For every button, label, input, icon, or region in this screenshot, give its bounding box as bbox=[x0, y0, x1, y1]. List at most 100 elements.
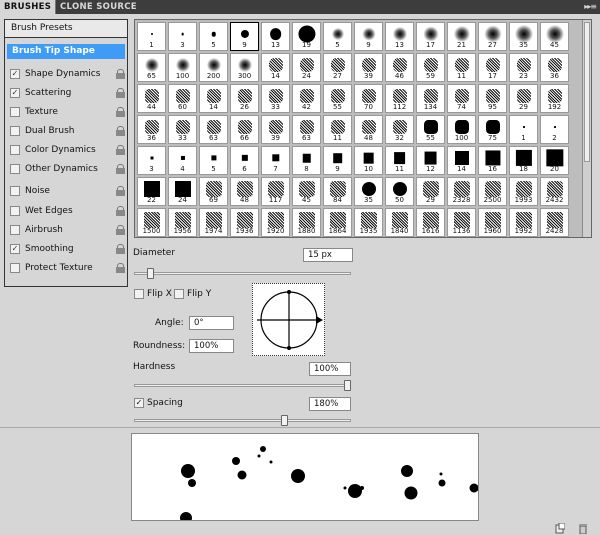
brush-tip-cell[interactable]: 63 bbox=[292, 115, 321, 144]
brush-tip-cell[interactable]: 17 bbox=[478, 53, 507, 82]
option-checkbox[interactable] bbox=[10, 164, 20, 174]
brush-tip-cell[interactable]: 66 bbox=[230, 115, 259, 144]
brush-tip-cell[interactable]: 35 bbox=[354, 177, 383, 206]
brush-tip-cell[interactable]: 74 bbox=[447, 84, 476, 113]
angle-field[interactable]: 0° bbox=[189, 316, 234, 330]
brush-tip-cell[interactable]: 1880 bbox=[292, 208, 321, 237]
diameter-slider-track[interactable] bbox=[134, 272, 351, 275]
lock-icon[interactable] bbox=[116, 107, 125, 117]
lock-icon[interactable] bbox=[116, 206, 125, 216]
delete-icon[interactable] bbox=[578, 523, 588, 535]
brush-tip-cell[interactable]: 300 bbox=[230, 53, 259, 82]
brush-tip-cell[interactable]: 1 bbox=[137, 22, 166, 51]
brush-tip-cell[interactable]: 192 bbox=[540, 84, 569, 113]
brush-tip-cell[interactable]: 9 bbox=[230, 22, 259, 51]
brush-tip-cell[interactable]: 48 bbox=[230, 177, 259, 206]
brush-tip-cell[interactable]: 11 bbox=[323, 115, 352, 144]
brush-tip-cell[interactable]: 3 bbox=[137, 146, 166, 175]
spacing-field[interactable]: 180% bbox=[309, 397, 351, 411]
brush-tip-cell[interactable]: 50 bbox=[385, 177, 414, 206]
brush-tip-cell[interactable]: 65 bbox=[137, 53, 166, 82]
new-preset-icon[interactable] bbox=[555, 522, 566, 534]
brush-tip-cell[interactable]: 44 bbox=[137, 84, 166, 113]
option-row-shape-dynamics[interactable]: ✓ Shape Dynamics bbox=[10, 67, 127, 81]
flip-y-checkbox[interactable] bbox=[174, 289, 184, 299]
brush-tip-cell[interactable]: 1840 bbox=[385, 208, 414, 237]
brush-tip-cell[interactable]: 29 bbox=[509, 84, 538, 113]
brush-tip-cell[interactable]: 11 bbox=[447, 53, 476, 82]
brush-tip-cell[interactable]: 100 bbox=[168, 53, 197, 82]
brush-tip-cell[interactable]: 100 bbox=[447, 115, 476, 144]
brush-tip-cell[interactable]: 27 bbox=[323, 53, 352, 82]
brush-tip-cell[interactable]: 1 bbox=[509, 115, 538, 144]
brush-tip-cell[interactable]: 36 bbox=[137, 115, 166, 144]
lock-icon[interactable] bbox=[116, 186, 125, 196]
brush-tip-cell[interactable]: 1935 bbox=[354, 208, 383, 237]
brush-tip-cell[interactable]: 4 bbox=[168, 146, 197, 175]
brush-tip-cell[interactable]: 75 bbox=[478, 115, 507, 144]
brush-tip-cell[interactable]: 32 bbox=[385, 115, 414, 144]
brush-tip-cell[interactable]: 39 bbox=[261, 115, 290, 144]
option-row-texture[interactable]: Texture bbox=[10, 105, 127, 119]
brush-tip-cell[interactable]: 134 bbox=[416, 84, 445, 113]
brush-tip-cell[interactable]: 2 bbox=[540, 115, 569, 144]
brush-tip-cell[interactable]: 95 bbox=[478, 84, 507, 113]
diameter-slider-thumb[interactable] bbox=[146, 268, 154, 279]
brush-tip-cell[interactable]: 5 bbox=[199, 22, 228, 51]
option-checkbox[interactable]: ✓ bbox=[10, 88, 20, 98]
brush-tip-cell[interactable]: 1136 bbox=[447, 208, 476, 237]
option-checkbox[interactable]: ✓ bbox=[10, 244, 20, 254]
option-checkbox[interactable] bbox=[10, 145, 20, 155]
brush-tip-cell[interactable]: 1960 bbox=[478, 208, 507, 237]
brush-tip-cell[interactable]: 22 bbox=[137, 177, 166, 206]
option-checkbox[interactable] bbox=[10, 186, 20, 196]
brush-tip-cell[interactable]: 2428 bbox=[540, 208, 569, 237]
lock-icon[interactable] bbox=[116, 126, 125, 136]
option-row-wet-edges[interactable]: Wet Edges bbox=[10, 204, 127, 218]
spacing-slider-track[interactable] bbox=[134, 419, 351, 422]
hardness-slider-thumb[interactable] bbox=[344, 380, 351, 391]
option-checkbox[interactable] bbox=[10, 126, 20, 136]
option-row-dual-brush[interactable]: Dual Brush bbox=[10, 124, 127, 138]
brush-tip-cell[interactable]: 13 bbox=[261, 22, 290, 51]
brush-tip-cell[interactable]: 60 bbox=[168, 84, 197, 113]
brush-tip-cell[interactable]: 55 bbox=[323, 84, 352, 113]
brush-tip-cell[interactable]: 63 bbox=[199, 115, 228, 144]
lock-icon[interactable] bbox=[116, 263, 125, 273]
brush-tip-cell[interactable]: 1616 bbox=[416, 208, 445, 237]
option-row-scattering[interactable]: ✓ Scattering bbox=[10, 86, 127, 100]
brush-tip-cell[interactable]: 48 bbox=[354, 115, 383, 144]
brush-tip-cell[interactable]: 69 bbox=[199, 177, 228, 206]
brush-tip-cell[interactable]: 26 bbox=[230, 84, 259, 113]
option-checkbox[interactable] bbox=[10, 206, 20, 216]
brush-tip-cell[interactable]: 8 bbox=[292, 146, 321, 175]
brush-tip-cell[interactable]: 10 bbox=[354, 146, 383, 175]
option-row-airbrush[interactable]: Airbrush bbox=[10, 223, 127, 237]
brush-tip-cell[interactable]: 9 bbox=[323, 146, 352, 175]
angle-roundness-widget[interactable] bbox=[252, 283, 325, 356]
brush-tip-cell[interactable]: 2432 bbox=[540, 177, 569, 206]
brush-tip-cell[interactable]: 3 bbox=[168, 22, 197, 51]
brush-tip-cell[interactable]: 117 bbox=[261, 177, 290, 206]
brush-tip-cell[interactable]: 6 bbox=[230, 146, 259, 175]
brush-tip-cell[interactable]: 1992 bbox=[509, 208, 538, 237]
brush-tip-cell[interactable]: 2500 bbox=[478, 177, 507, 206]
brush-tip-cell[interactable]: 5 bbox=[199, 146, 228, 175]
brush-tip-cell[interactable]: 1956 bbox=[168, 208, 197, 237]
brush-tip-cell[interactable]: 1993 bbox=[509, 177, 538, 206]
brush-tip-cell[interactable]: 35 bbox=[509, 22, 538, 51]
brush-tip-cell[interactable]: 24 bbox=[292, 53, 321, 82]
tab-clone-source[interactable]: CLONE SOURCE bbox=[56, 0, 141, 14]
spacing-checkbox[interactable]: ✓ bbox=[134, 398, 144, 408]
option-checkbox[interactable]: ✓ bbox=[10, 69, 20, 79]
lock-icon[interactable] bbox=[116, 244, 125, 254]
lock-icon[interactable] bbox=[116, 69, 125, 79]
brush-tip-cell[interactable]: 11 bbox=[385, 146, 414, 175]
brush-tip-cell[interactable]: 29 bbox=[416, 177, 445, 206]
lock-icon[interactable] bbox=[116, 88, 125, 98]
lock-icon[interactable] bbox=[116, 164, 125, 174]
brush-presets-button[interactable]: Brush Presets bbox=[5, 20, 127, 38]
brush-tip-shape-item[interactable]: Brush Tip Shape bbox=[7, 44, 125, 59]
double-arrow-menu-icon[interactable]: ▸▸≡ bbox=[584, 0, 597, 14]
brush-tip-cell[interactable]: 200 bbox=[199, 53, 228, 82]
